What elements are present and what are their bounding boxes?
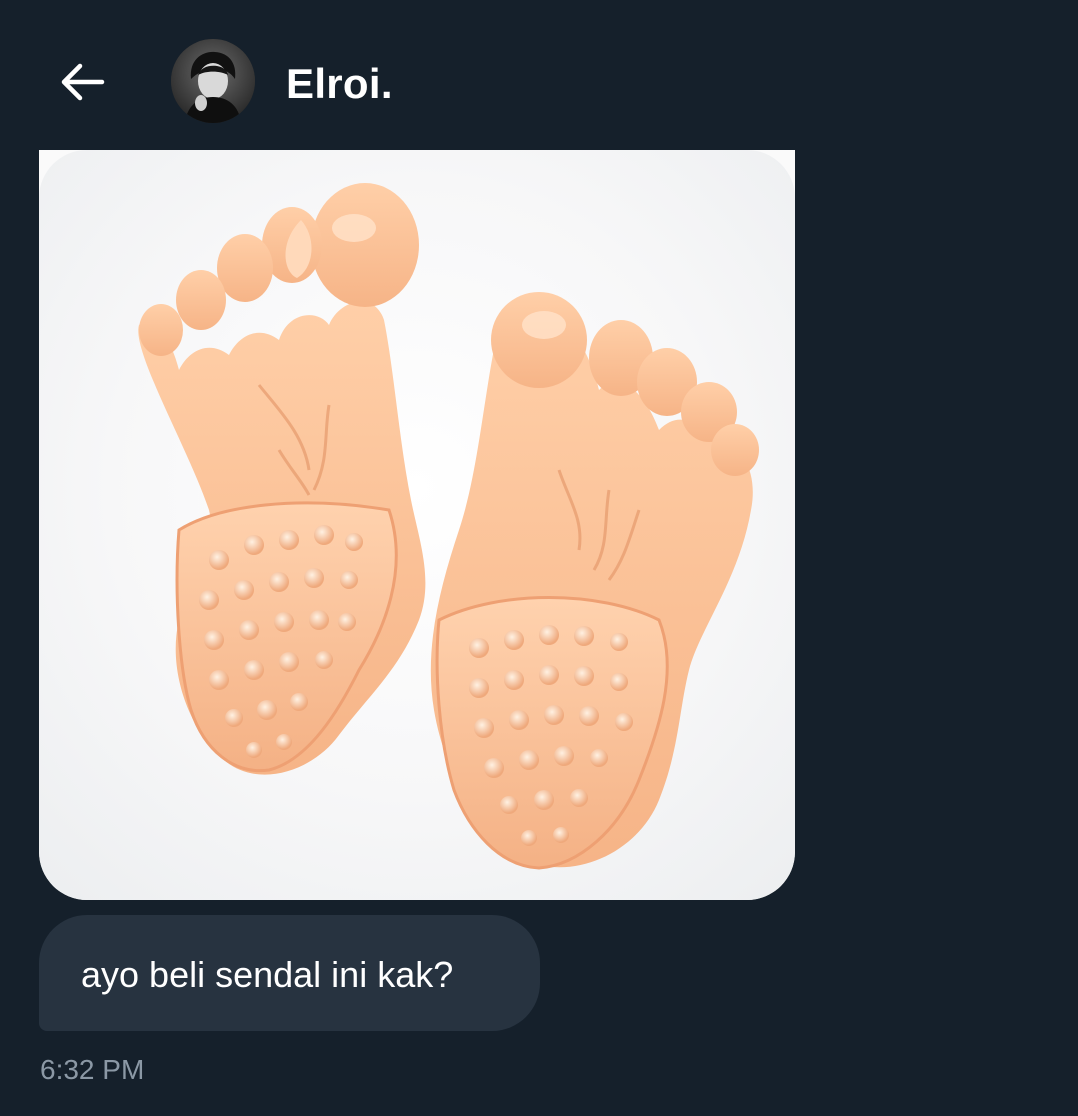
- message-text: ayo beli sendal ini kak?: [81, 954, 454, 995]
- back-button[interactable]: [52, 55, 112, 109]
- left-slipper: [138, 183, 426, 775]
- conversation-header: Elroi.: [0, 0, 1078, 150]
- message-timestamp: 6:32 PM: [40, 1054, 145, 1085]
- avatar-photo: [171, 39, 255, 123]
- message-bubble[interactable]: ayo beli sendal ini kak?: [39, 915, 540, 1031]
- slippers-photo: [138, 183, 759, 870]
- contact-name[interactable]: Elroi.: [286, 58, 393, 110]
- image-frame: [39, 150, 795, 900]
- image-message[interactable]: [39, 150, 795, 900]
- avatar[interactable]: [171, 39, 255, 123]
- right-slipper: [430, 292, 759, 870]
- arrow-left-icon: [61, 63, 105, 101]
